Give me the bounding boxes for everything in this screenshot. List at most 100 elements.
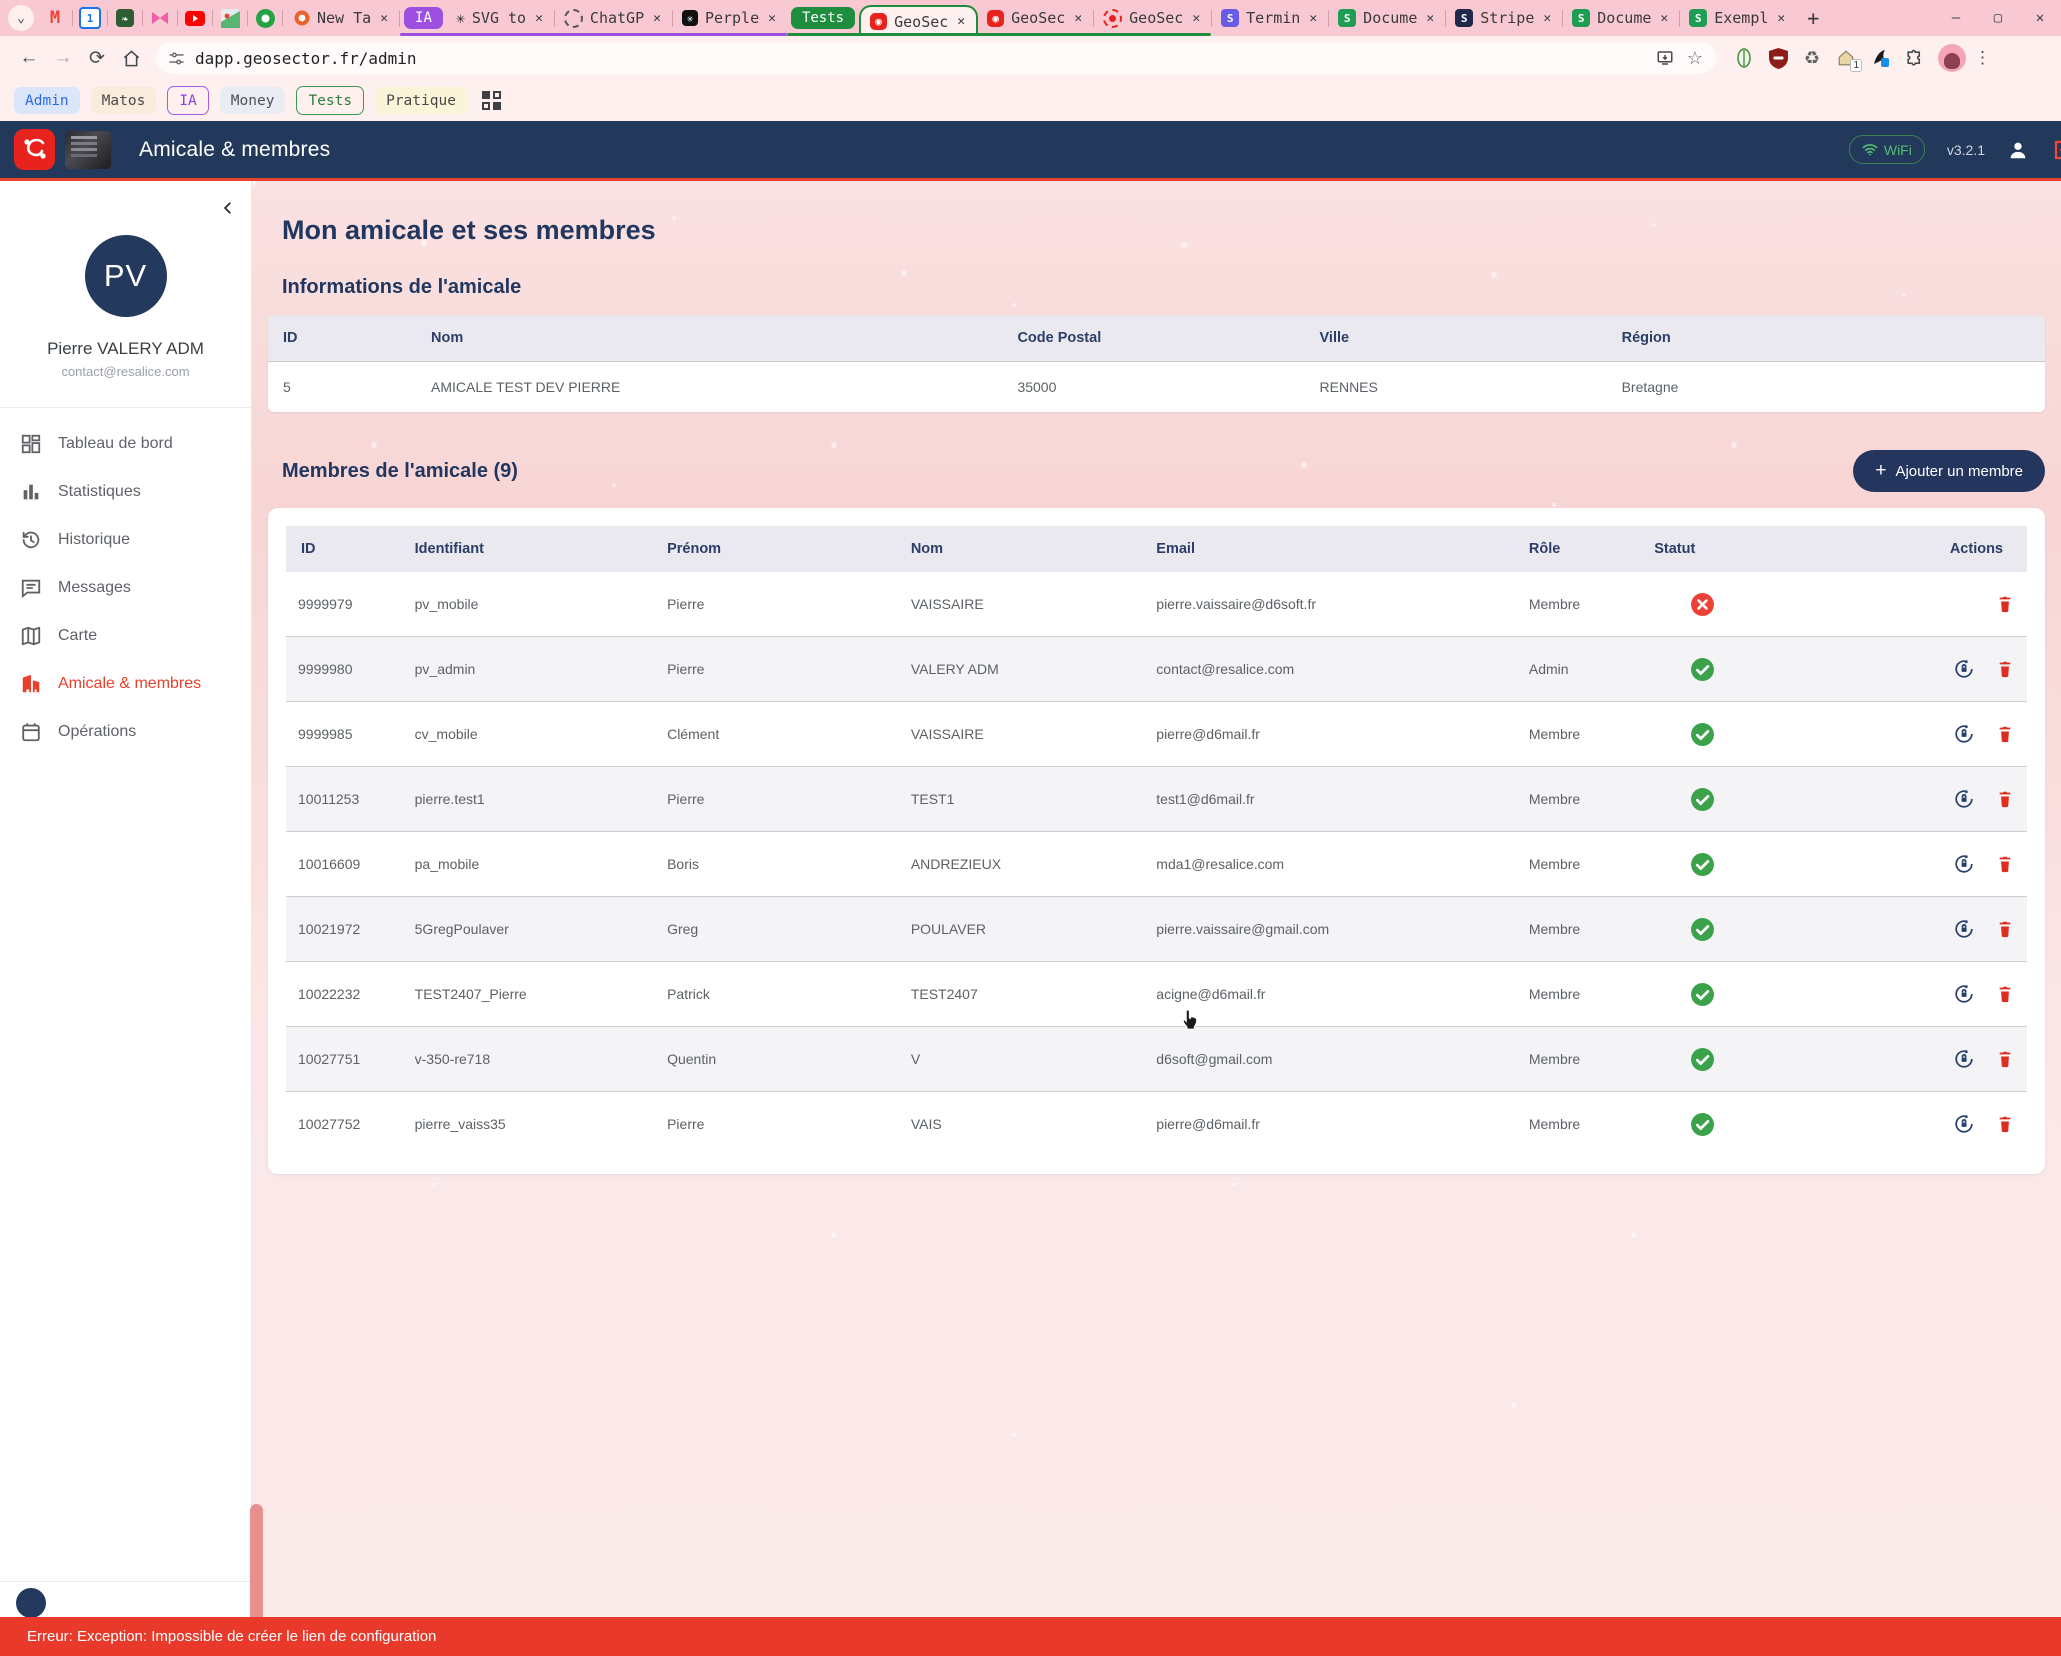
- tab-search-button[interactable]: ⌄: [8, 5, 34, 31]
- reset-password-icon[interactable]: [1953, 1048, 1975, 1070]
- tab-svg-to[interactable]: ✳ SVG to ✕: [447, 0, 554, 36]
- tab-geosec-active[interactable]: ◉ GeoSec ✕: [859, 5, 978, 36]
- delete-member-icon[interactable]: [1995, 853, 2015, 875]
- bookmark-ia[interactable]: IA: [167, 86, 208, 115]
- pinned-tab-notes[interactable]: ❧: [110, 0, 140, 36]
- bookmark-star-icon[interactable]: ☆: [1680, 43, 1710, 73]
- sidebar-scrollbar[interactable]: [250, 1504, 263, 1619]
- tab-close-icon[interactable]: ✕: [955, 14, 967, 29]
- sidebar-collapse-icon[interactable]: [221, 201, 235, 215]
- tab-close-icon[interactable]: ✕: [1775, 11, 1787, 26]
- tab-group-label-tests[interactable]: Tests: [791, 7, 855, 29]
- reset-password-icon[interactable]: [1953, 853, 1975, 875]
- back-button[interactable]: ←: [12, 41, 46, 75]
- browser-profile-avatar[interactable]: [1938, 44, 1966, 72]
- bookmark-matos[interactable]: Matos: [91, 87, 157, 114]
- pinned-tab-calendar[interactable]: 1: [75, 0, 105, 36]
- extension-recycle-icon[interactable]: ♻: [1798, 44, 1826, 72]
- tab-exemple[interactable]: S Exempl ✕: [1680, 0, 1796, 36]
- tab-document-1[interactable]: S Docume ✕: [1329, 0, 1445, 36]
- add-member-button[interactable]: + Ajouter un membre: [1853, 450, 2045, 492]
- tab-close-icon[interactable]: ✕: [1190, 11, 1202, 26]
- delete-member-icon[interactable]: [1995, 723, 2015, 745]
- bookmark-admin[interactable]: Admin: [14, 87, 80, 114]
- extension-pin-icon[interactable]: [1866, 44, 1894, 72]
- column-header-id: ID: [268, 315, 419, 362]
- tab-document-2[interactable]: S Docume ✕: [1563, 0, 1679, 36]
- bookmark-tests[interactable]: Tests: [296, 86, 364, 115]
- app-logo[interactable]: [14, 129, 55, 170]
- tab-close-icon[interactable]: ✕: [533, 11, 545, 26]
- tab-terminal[interactable]: S Termin ✕: [1212, 0, 1328, 36]
- header-photo-thumbnail[interactable]: [65, 131, 111, 169]
- bookmark-money[interactable]: Money: [220, 87, 286, 114]
- delete-member-icon[interactable]: [1995, 983, 2015, 1005]
- tab-stripe[interactable]: S Stripe ✕: [1446, 0, 1562, 36]
- bookmark-pratique[interactable]: Pratique: [375, 87, 467, 114]
- tab-group-label-ia[interactable]: IA: [404, 7, 443, 29]
- tab-close-icon[interactable]: ✕: [1658, 11, 1670, 26]
- window-maximize-button[interactable]: ▢: [1977, 0, 2019, 36]
- reset-password-icon[interactable]: [1953, 788, 1975, 810]
- table-header-row: ID Nom Code Postal Ville Région: [268, 315, 2045, 362]
- reload-button[interactable]: ⟳: [80, 41, 114, 75]
- forward-button[interactable]: →: [46, 41, 80, 75]
- reset-password-icon[interactable]: [1953, 983, 1975, 1005]
- url-bar[interactable]: dapp.geosector.fr/admin ☆: [156, 42, 1716, 74]
- pinned-tab-pink-app[interactable]: [145, 0, 175, 36]
- logout-icon[interactable]: [2051, 138, 2061, 162]
- pinned-tab-gmail[interactable]: M: [40, 0, 70, 36]
- sidebar-item-messages[interactable]: Messages: [0, 564, 251, 612]
- user-account-icon[interactable]: [2007, 139, 2029, 161]
- tab-close-icon[interactable]: ✕: [1072, 11, 1084, 26]
- sidebar-item-historique[interactable]: Historique: [0, 516, 251, 564]
- extension-leaf-icon[interactable]: [1730, 44, 1758, 72]
- tab-label: Docume: [1363, 9, 1417, 27]
- tab-label: New Ta: [317, 9, 371, 27]
- site-settings-icon[interactable]: [168, 50, 185, 67]
- tab-favicon: S: [1221, 9, 1239, 27]
- new-tab-button[interactable]: +: [1796, 1, 1830, 35]
- reset-password-icon[interactable]: [1953, 918, 1975, 940]
- pinned-tab-chat[interactable]: [250, 0, 280, 36]
- install-app-icon[interactable]: [1650, 43, 1680, 73]
- tab-close-icon[interactable]: ✕: [766, 11, 778, 26]
- tab-new-tab[interactable]: New Ta ✕: [285, 0, 399, 36]
- delete-member-icon[interactable]: [1995, 918, 2015, 940]
- home-button[interactable]: [114, 41, 148, 75]
- tab-chatgpt[interactable]: ChatGP ✕: [555, 0, 672, 36]
- url-text[interactable]: dapp.geosector.fr/admin: [195, 49, 1650, 68]
- pinned-tab-youtube[interactable]: [180, 0, 210, 36]
- delete-member-icon[interactable]: [1995, 593, 2015, 615]
- reset-password-icon[interactable]: [1953, 658, 1975, 680]
- reset-password-icon[interactable]: [1953, 1113, 1975, 1135]
- delete-member-icon[interactable]: [1995, 1113, 2015, 1135]
- sidebar-item-statistiques[interactable]: Statistiques: [0, 468, 251, 516]
- apps-grid-icon[interactable]: [482, 91, 502, 111]
- delete-member-icon[interactable]: [1995, 1048, 2015, 1070]
- window-minimize-button[interactable]: –: [1935, 0, 1977, 36]
- delete-member-icon[interactable]: [1995, 658, 2015, 680]
- tab-close-icon[interactable]: ✕: [1541, 11, 1553, 26]
- sidebar-item-operations[interactable]: Opérations: [0, 708, 251, 756]
- member-identifiant: pv_admin: [403, 637, 655, 702]
- reset-password-icon[interactable]: [1953, 723, 1975, 745]
- extension-shield-icon[interactable]: [1764, 44, 1792, 72]
- sidebar-item-tableau-de-bord[interactable]: Tableau de bord: [0, 420, 251, 468]
- pinned-tab-maps[interactable]: [215, 0, 245, 36]
- sidebar-item-amicale-membres[interactable]: Amicale & membres: [0, 660, 251, 708]
- tab-close-icon[interactable]: ✕: [651, 11, 663, 26]
- window-close-button[interactable]: ✕: [2019, 0, 2061, 36]
- tab-perplexity[interactable]: ✳ Perple ✕: [673, 0, 787, 36]
- delete-member-icon[interactable]: [1995, 788, 2015, 810]
- extensions-puzzle-icon[interactable]: [1900, 44, 1928, 72]
- tab-geosec-3[interactable]: GeoSec ✕: [1094, 0, 1211, 36]
- tab-geosec-2[interactable]: ◉ GeoSec ✕: [978, 0, 1093, 36]
- sidebar-item-carte[interactable]: Carte: [0, 612, 251, 660]
- extension-home-icon[interactable]: 1: [1832, 44, 1860, 72]
- browser-menu-icon[interactable]: ⋮: [1974, 48, 1992, 68]
- member-id: 10016609: [286, 832, 403, 897]
- tab-close-icon[interactable]: ✕: [1307, 11, 1319, 26]
- tab-close-icon[interactable]: ✕: [1424, 11, 1436, 26]
- tab-close-icon[interactable]: ✕: [378, 11, 390, 26]
